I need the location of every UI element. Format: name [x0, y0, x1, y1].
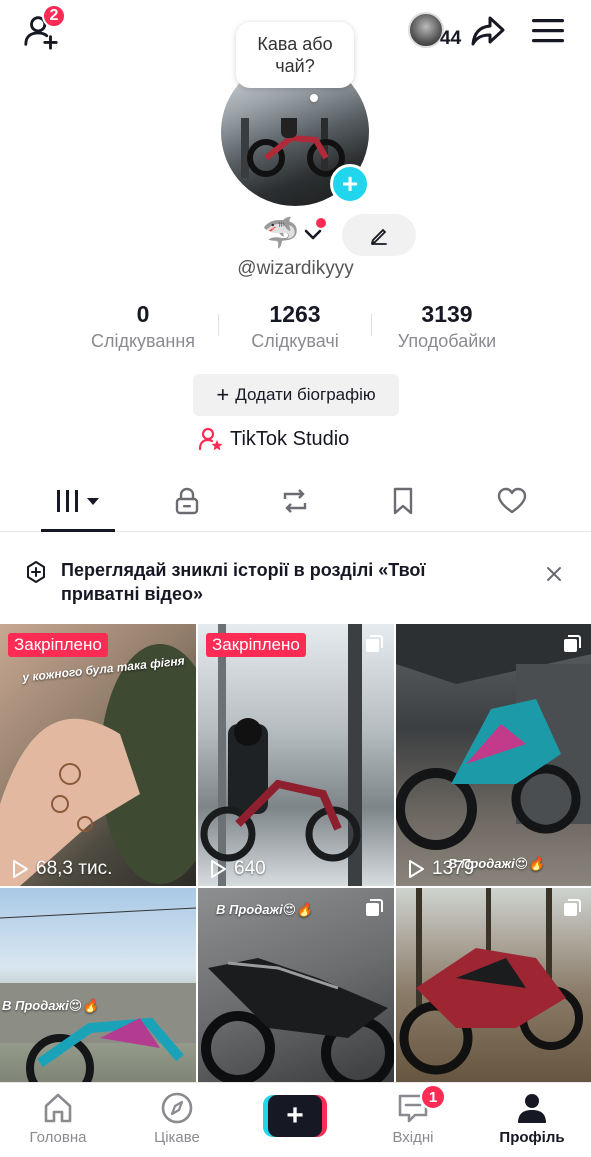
video-thumbnail[interactable]: Закріплено у кожного була така фігня 68,… — [0, 624, 196, 886]
pinned-badge: Закріплено — [8, 633, 108, 657]
active-tab-indicator — [41, 529, 115, 532]
name-switcher[interactable]: 🦈 — [262, 216, 326, 252]
story-viewer-avatar — [408, 12, 444, 48]
profile-name-emoji: 🦈 — [262, 217, 300, 250]
video-image — [396, 624, 591, 850]
content-tabs — [0, 470, 591, 532]
video-caption: В Продажі😍🔥 — [2, 998, 99, 1013]
view-count: 1379 — [406, 858, 474, 880]
archive-notice[interactable]: Переглядай зниклі історії в розділі «Тво… — [0, 548, 591, 618]
repost-icon — [283, 489, 307, 513]
nav-label: Вхідні — [392, 1129, 434, 1146]
note-bubble[interactable]: Кава або чай? — [236, 22, 354, 88]
pencil-icon — [371, 229, 387, 245]
add-story-icon — [27, 561, 45, 583]
bookmark-icon — [393, 487, 413, 515]
nav-explore[interactable]: Цікаве — [127, 1091, 227, 1146]
video-thumbnail[interactable]: Закріплено 640 — [198, 624, 394, 886]
story-viewers[interactable]: 44 — [408, 12, 462, 49]
studio-label: TikTok Studio — [230, 427, 350, 450]
add-bio-label: Додати біографію — [235, 385, 376, 404]
note-text: Кава або чай? — [257, 34, 333, 76]
tiktok-studio-link[interactable]: TikTok Studio — [198, 426, 349, 452]
friend-requests-badge: 2 — [42, 4, 66, 28]
tab-reposts[interactable] — [236, 470, 354, 532]
nav-inbox[interactable]: Вхідні — [363, 1091, 463, 1146]
edit-profile-button[interactable] — [342, 214, 416, 256]
multi-photo-icon — [564, 635, 581, 652]
stat-divider — [371, 314, 372, 336]
multi-photo-icon — [366, 635, 383, 652]
video-thumbnail[interactable]: В Продажі😍🔥 1379 — [396, 624, 591, 886]
nav-label: Профіль — [499, 1129, 565, 1146]
add-story-button[interactable]: + — [330, 164, 370, 204]
stat-divider — [218, 314, 219, 336]
play-icon — [13, 860, 28, 878]
nav-label: Головна — [29, 1129, 87, 1146]
stat-value: 3139 — [421, 301, 473, 327]
tab-favorites[interactable] — [344, 470, 462, 532]
close-icon[interactable] — [544, 564, 564, 584]
studio-user-icon — [198, 427, 223, 451]
stat-value: 0 — [136, 301, 150, 327]
video-image — [200, 624, 362, 886]
nav-profile[interactable]: Профіль — [482, 1091, 582, 1146]
notice-text: Переглядай зниклі історії в розділі «Тво… — [61, 560, 426, 604]
profile-icon — [518, 1094, 546, 1123]
pinned-badge: Закріплено — [206, 633, 306, 657]
view-count: 640 — [208, 858, 266, 880]
multi-photo-icon — [366, 899, 383, 916]
profile-stats: 0 Слідкування 1263 Слідкувачі 3139 Уподо… — [0, 300, 591, 356]
stat-likes[interactable]: 3139 Уподобайки — [382, 300, 512, 354]
plus-icon: + — [268, 1095, 322, 1137]
menu-icon[interactable] — [532, 18, 564, 44]
video-grid: Закріплено у кожного була така фігня 68,… — [0, 624, 591, 1150]
grid-videos-icon — [57, 490, 99, 512]
avatar-photo — [241, 118, 345, 178]
share-icon[interactable] — [470, 14, 506, 48]
view-count-value: 68,3 тис. — [36, 858, 113, 879]
video-image — [0, 907, 196, 1082]
stat-label: Уподобайки — [397, 331, 497, 351]
stat-followers[interactable]: 1263 Слідкувачі — [230, 300, 360, 354]
note-bubble-tail — [310, 94, 318, 102]
nav-home[interactable]: Головна — [8, 1091, 108, 1146]
view-count: 68,3 тис. — [10, 858, 112, 880]
stat-following[interactable]: 0 Слідкування — [75, 300, 211, 354]
tab-liked[interactable] — [453, 470, 571, 532]
play-icon — [211, 860, 226, 878]
username: @wizardikyyy — [237, 258, 354, 279]
tab-private[interactable] — [128, 470, 246, 532]
account-notification-dot — [316, 218, 326, 228]
plus-icon: + — [216, 382, 230, 407]
compass-icon — [161, 1092, 193, 1124]
stat-label: Слідкування — [90, 331, 196, 351]
lock-icon — [175, 487, 199, 515]
home-icon — [44, 1093, 72, 1123]
inbox-badge: 1 — [420, 1084, 446, 1110]
stat-value: 1263 — [269, 301, 321, 327]
create-button[interactable]: + — [263, 1095, 327, 1137]
tab-videos[interactable] — [20, 470, 138, 532]
bottom-nav: Головна Цікаве + Вхідні Профіль — [0, 1082, 591, 1157]
nav-label: Цікаве — [154, 1129, 200, 1146]
video-caption: В Продажі😍🔥 — [216, 902, 313, 917]
view-count-value: 640 — [234, 858, 266, 879]
story-viewers-count: 44 — [440, 28, 462, 49]
heart-icon — [497, 487, 527, 514]
stat-label: Слідкувачі — [251, 331, 339, 351]
multi-photo-icon — [564, 899, 581, 916]
play-icon — [409, 860, 424, 878]
add-bio-button[interactable]: + Додати біографію — [193, 374, 399, 416]
view-count-value: 1379 — [432, 858, 475, 879]
